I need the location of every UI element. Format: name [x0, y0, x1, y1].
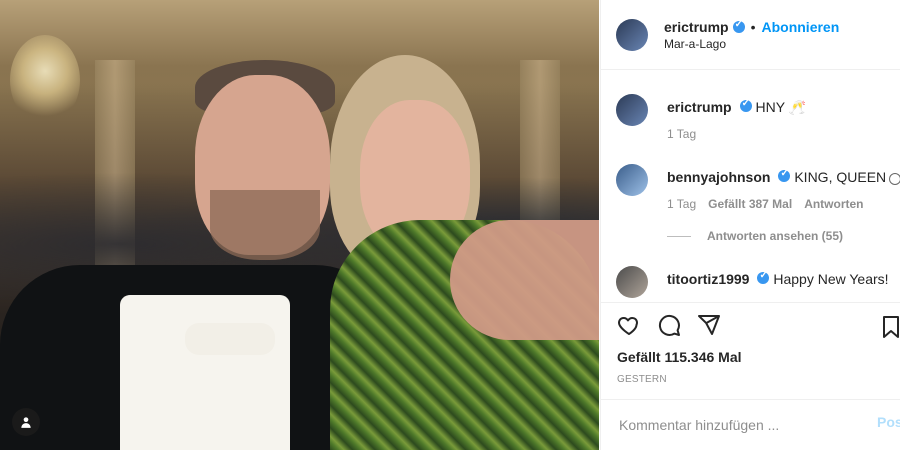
- view-replies-button[interactable]: Antworten ansehen (55): [667, 229, 843, 243]
- comment-likes[interactable]: Gefällt 387 Mal: [708, 197, 792, 211]
- follow-button[interactable]: Abonnieren: [761, 19, 839, 35]
- post-header: erictrump • Abonnieren Mar-a-Lago: [601, 0, 900, 70]
- share-icon[interactable]: [697, 313, 721, 337]
- author-meta: erictrump • Abonnieren Mar-a-Lago: [664, 19, 839, 51]
- comment-meta: 1 Tag Gefällt 387 Mal Antworten: [667, 197, 864, 211]
- post-photo[interactable]: [0, 0, 599, 450]
- verified-badge-icon: [732, 19, 745, 33]
- comment-like-heart-icon[interactable]: [886, 170, 900, 188]
- comment-username[interactable]: titoortiz1999: [667, 271, 749, 287]
- heart-icon[interactable]: [617, 313, 641, 337]
- caption-text: erictrump HNY 🥂: [667, 98, 807, 116]
- comment-age[interactable]: 1 Tag: [667, 197, 696, 211]
- comment-avatar[interactable]: [616, 266, 648, 298]
- author-row: erictrump • Abonnieren: [664, 19, 839, 35]
- caption-age[interactable]: 1 Tag: [667, 127, 696, 141]
- comment-input[interactable]: [617, 412, 851, 438]
- author-username[interactable]: erictrump: [664, 19, 729, 35]
- verified-badge-icon: [757, 270, 770, 284]
- comment-text: bennyajohnson KING, QUEEN: [667, 168, 887, 185]
- caption-avatar[interactable]: [616, 94, 648, 126]
- man-bow-tie: [185, 323, 275, 355]
- post-sidebar: erictrump • Abonnieren Mar-a-Lago erictr…: [600, 0, 900, 450]
- comments-list: erictrump HNY 🥂 1 Tag bennyajohnson KING…: [601, 72, 900, 302]
- comment-reply-button[interactable]: Antworten: [804, 197, 863, 211]
- comment-body: KING, QUEEN: [794, 169, 887, 185]
- comment-icon[interactable]: [657, 313, 681, 337]
- person-icon: [21, 417, 31, 428]
- comment-bar: Post: [601, 399, 900, 451]
- man-beard: [210, 190, 320, 260]
- action-icons: [617, 313, 721, 337]
- post-location[interactable]: Mar-a-Lago: [664, 37, 839, 51]
- comment-body: Happy New Years!: [773, 271, 889, 287]
- photo-person-woman: [330, 45, 599, 450]
- man-shirt: [120, 295, 290, 450]
- verified-badge-icon: [778, 168, 791, 182]
- view-replies-line: [667, 235, 691, 237]
- post-actions: Gefällt 115.346 Mal GESTERN Post: [601, 302, 900, 450]
- comment-text: titoortiz1999 Happy New Years!: [667, 270, 889, 287]
- verified-badge-icon: [739, 98, 752, 112]
- author-avatar[interactable]: [616, 18, 648, 51]
- post-timestamp[interactable]: GESTERN: [617, 374, 667, 385]
- likes-count[interactable]: Gefällt 115.346 Mal: [617, 349, 742, 365]
- caption-meta: 1 Tag: [667, 127, 696, 141]
- comment-username[interactable]: bennyajohnson: [667, 169, 770, 185]
- view-replies-label: Antworten ansehen (55): [707, 229, 844, 243]
- caption-username[interactable]: erictrump: [667, 99, 732, 115]
- bookmark-icon[interactable]: [879, 315, 900, 339]
- comment-avatar[interactable]: [616, 164, 648, 196]
- post-comment-button[interactable]: Post: [877, 414, 900, 430]
- tagged-user-icon[interactable]: [12, 408, 40, 436]
- separator-dot: •: [750, 18, 756, 35]
- woman-arm: [450, 220, 599, 340]
- caption-body: HNY 🥂: [755, 99, 807, 115]
